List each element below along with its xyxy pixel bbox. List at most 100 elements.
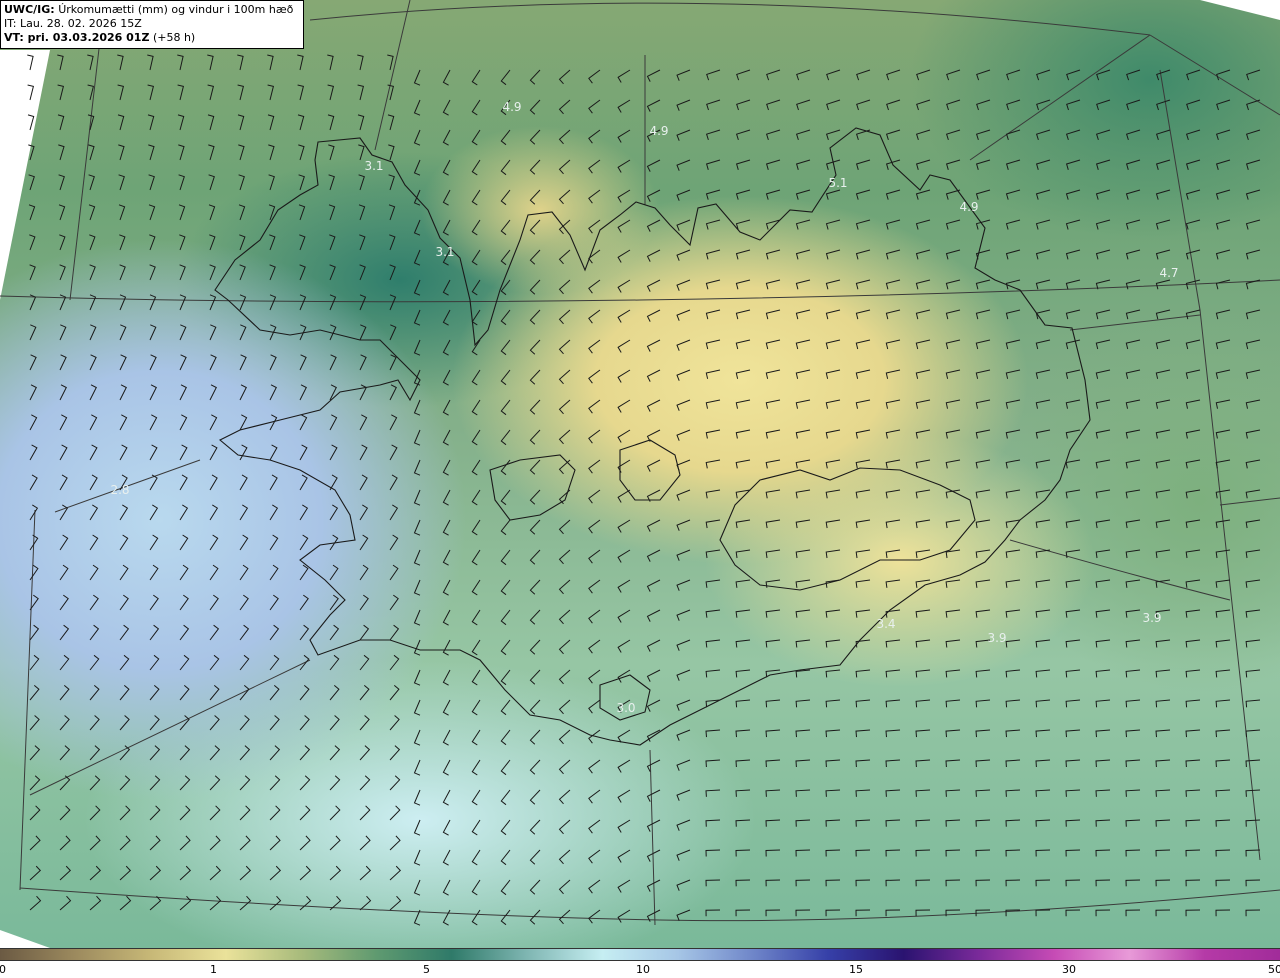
colorbar-segment — [427, 949, 498, 960]
wind-barb — [825, 219, 841, 230]
wind-barb — [1245, 459, 1261, 469]
wind-barb — [558, 609, 571, 625]
wind-barb — [529, 429, 541, 445]
wind-barb — [1155, 489, 1171, 499]
wind-barb — [705, 879, 721, 887]
wind-barb — [1005, 759, 1021, 768]
wind-barb — [885, 849, 901, 857]
wind-barb — [676, 639, 691, 651]
wind-barb — [529, 579, 541, 595]
wind-barb — [795, 639, 811, 648]
wind-barb — [617, 309, 631, 323]
wind-barb — [471, 759, 481, 776]
wind-barb — [358, 204, 366, 221]
wind-barb — [359, 715, 370, 731]
wind-barb — [1155, 399, 1171, 409]
wind-barb — [765, 369, 781, 379]
wind-barb — [915, 189, 931, 200]
wind-barb — [855, 279, 871, 290]
wind-barb — [359, 865, 372, 881]
wind-barb — [529, 189, 541, 205]
wind-barb — [1215, 879, 1231, 887]
wind-barb — [1215, 159, 1231, 170]
wind-barb — [646, 219, 661, 232]
wind-barb — [209, 775, 221, 791]
wind-barb — [359, 324, 367, 341]
wind-barb — [765, 489, 781, 499]
wind-barb — [735, 219, 751, 230]
wind-barb — [149, 234, 156, 251]
wind-barb — [442, 129, 451, 146]
wind-barb — [558, 249, 571, 265]
wind-barb — [886, 99, 901, 111]
wind-barb — [826, 99, 841, 111]
precip-value-label: 3.4 — [876, 617, 895, 631]
wind-barb — [558, 339, 571, 355]
wind-barb — [1035, 369, 1051, 379]
wind-barb — [442, 369, 451, 386]
wind-barb — [646, 549, 661, 562]
wind-barb — [413, 519, 421, 536]
wind-barb — [269, 474, 278, 491]
wind-barb — [795, 159, 811, 170]
wind-barb — [1155, 459, 1171, 469]
wind-barb — [1065, 129, 1081, 141]
wind-barb — [975, 729, 991, 738]
wind-barb — [359, 654, 370, 671]
wind-barb — [529, 669, 541, 685]
wind-barb — [29, 805, 41, 821]
wind-barb — [28, 204, 36, 221]
wind-barb — [389, 624, 400, 641]
wind-barb — [1125, 609, 1141, 618]
wind-barb — [327, 114, 335, 131]
wind-barb — [29, 865, 42, 881]
wind-barb — [1155, 729, 1171, 738]
wind-barb — [588, 519, 601, 534]
wind-barb — [179, 354, 187, 371]
wind-barb — [471, 69, 481, 86]
wind-barb — [646, 699, 661, 712]
wind-barb — [1065, 789, 1081, 797]
wind-barb — [885, 369, 901, 379]
wind-barb — [119, 564, 129, 581]
wind-barb — [179, 414, 188, 431]
wind-barb — [500, 639, 511, 656]
wind-barb — [825, 669, 841, 678]
wind-barb — [1065, 219, 1081, 230]
wind-barb — [471, 339, 481, 356]
wind-barb — [209, 444, 218, 461]
wind-barb — [1125, 789, 1141, 797]
wind-barb — [89, 895, 102, 911]
wind-barb — [119, 865, 132, 881]
wind-barb — [588, 609, 601, 624]
wind-barb — [705, 909, 721, 917]
wind-barb — [500, 609, 511, 626]
wind-barb — [705, 219, 721, 230]
valid-time: VT: pri. 03.03.2026 01Z — [4, 31, 150, 44]
wind-barb — [795, 549, 811, 559]
wind-barb — [389, 474, 398, 491]
wind-barb — [359, 895, 372, 911]
wind-barb — [1155, 759, 1171, 768]
wind-barb — [735, 639, 751, 648]
wind-barb — [358, 144, 365, 161]
wind-barb — [1005, 309, 1021, 320]
wind-barb — [1005, 729, 1021, 738]
wind-barb — [269, 354, 277, 371]
wind-barb — [89, 835, 101, 851]
wind-barb — [389, 895, 402, 911]
wind-barb — [765, 159, 781, 170]
wind-barb — [89, 414, 98, 431]
wind-barb — [795, 759, 811, 768]
wind-barb — [442, 549, 451, 566]
wind-barb — [89, 745, 101, 761]
wind-barb — [500, 129, 511, 146]
wind-barb — [209, 384, 217, 401]
wind-barb — [1185, 459, 1201, 469]
wind-barb — [676, 849, 691, 861]
wind-barb — [735, 519, 751, 529]
wind-barb — [178, 174, 185, 191]
colorbar-segment — [71, 949, 142, 960]
wind-barb — [529, 729, 541, 745]
wind-barb — [442, 789, 451, 806]
